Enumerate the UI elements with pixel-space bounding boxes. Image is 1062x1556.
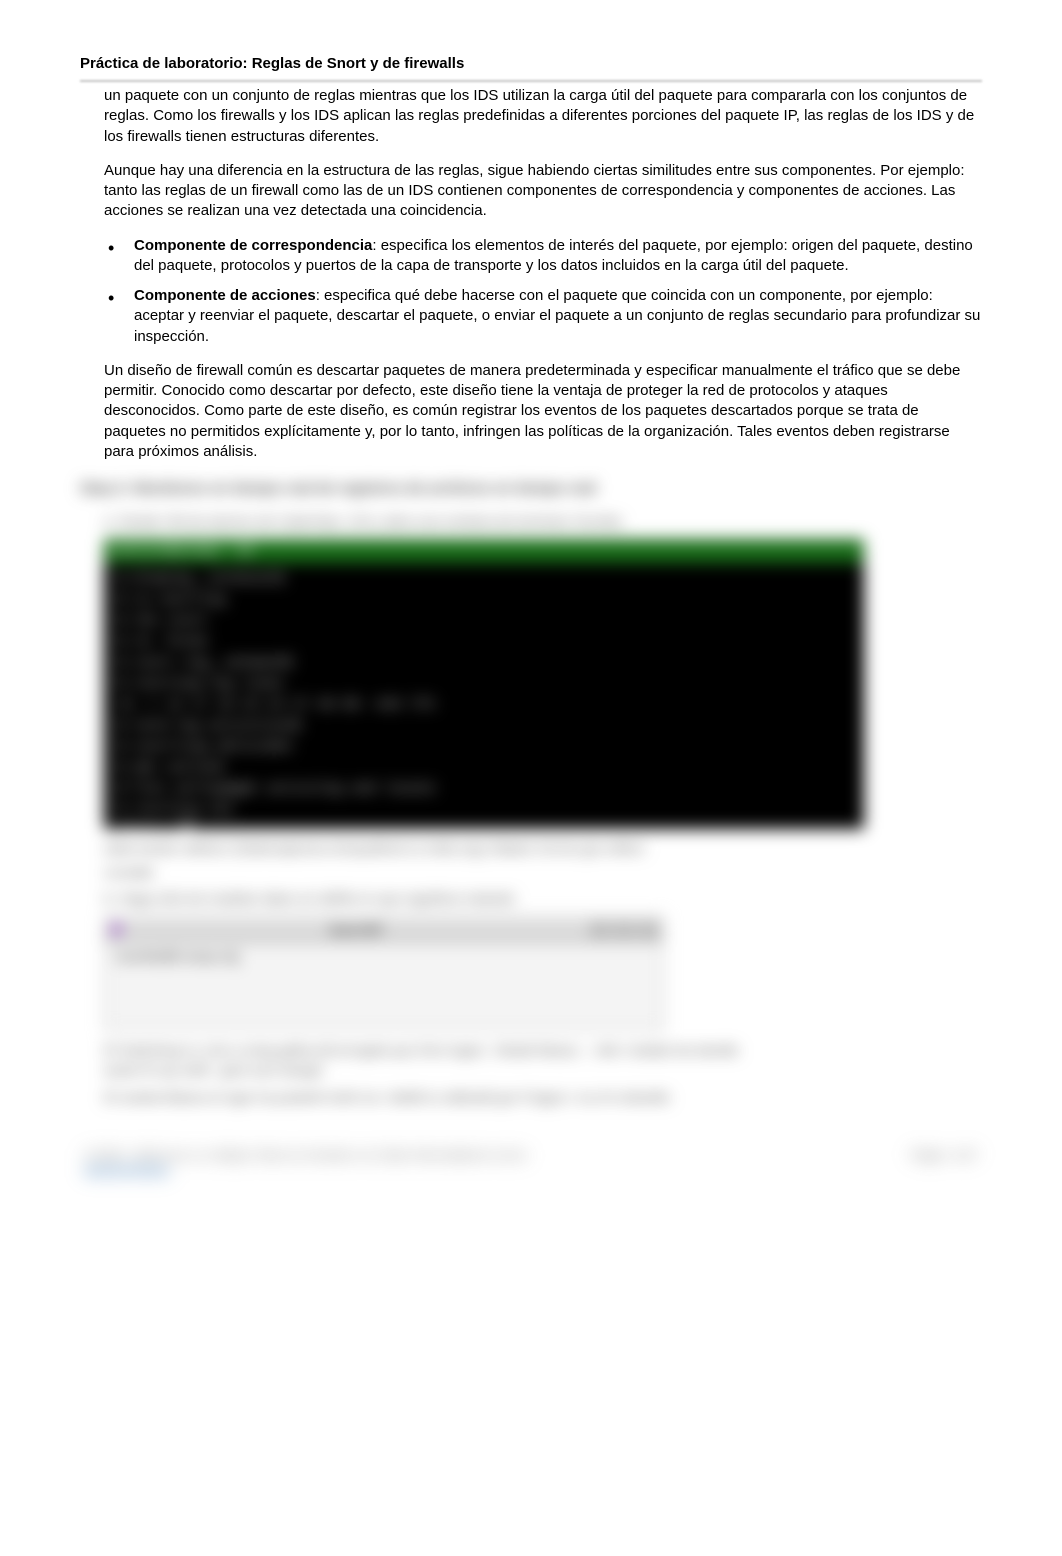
window-body-text: UserMadBt iswap m xyxy=(115,949,231,964)
page-footer: © 2018 - 2018 raw a nr soflajes Tedca is… xyxy=(80,1148,982,1176)
page-title: Práctica de laboratorio: Reglas de Snort… xyxy=(80,55,982,72)
window-title: Snort IDT xyxy=(330,923,384,937)
list-item: Componente de acciones: especifica qué d… xyxy=(128,286,982,347)
bullet-label-2: Componente de acciones xyxy=(134,287,316,304)
application-window: Snort IDT UserMadBt iswap m xyxy=(104,916,664,1031)
minimize-icon xyxy=(591,923,609,937)
maximize-icon xyxy=(615,923,633,937)
close-icon xyxy=(639,923,657,937)
cursor-icon xyxy=(231,951,239,965)
terminal-line: $ term-log activities$ xyxy=(116,716,852,737)
terminal-line: $ start.log__netmask$ xyxy=(116,653,852,674)
component-list: Componente de correspondencia: especific… xyxy=(104,236,982,347)
terminal-note: wide-tracker all/dcor (DataCapturea.ris/… xyxy=(104,839,744,859)
bullet-label-1: Componente de correspondencia xyxy=(134,237,372,254)
terminal-line: [done-x xyxy=(116,821,852,830)
blurred-content: Step 2: Monitoreo en tiempo real de regi… xyxy=(80,480,982,1176)
terminal-line: $ fini yellowmgmt activilog and locate xyxy=(116,779,852,800)
terminal-titlebar: analyst@secOps ~]$ xyxy=(104,539,864,563)
step-heading: Step 2: Monitoreo en tiempo real de regi… xyxy=(80,480,982,497)
window-body: UserMadBt iswap m xyxy=(105,943,663,971)
substep-b: b. Haga click de modelar datos en delfin… xyxy=(80,890,982,906)
terminal-line: $ startling ablividen xyxy=(116,737,852,758)
window-icon xyxy=(111,924,122,935)
blurred-paragraph-5: El osobst Batura el ngar ha justarM meht… xyxy=(104,1088,744,1108)
window-titlebar: Snort IDT xyxy=(105,917,663,943)
list-item: Componente de correspondencia: especific… xyxy=(128,236,982,277)
terminal-window: analyst@secOps ~]$ $ drawing__terminal$ … xyxy=(104,539,864,829)
intro-paragraph-2: Aunque hay una diferencia en la estructu… xyxy=(104,161,982,222)
terminal-line: $ rw snortlog xyxy=(116,590,852,611)
footer-page-number: Pagbs. I.d17 xyxy=(911,1148,978,1162)
footer-link: wwwnerophobe. xyxy=(84,1162,171,1176)
terminal-line: rm -r 12 17 19 23 24 27 40 80 -443 lfn xyxy=(116,695,852,716)
intro-paragraph-1: un paquete con un conjunto de reglas mie… xyxy=(104,86,982,147)
substep-a: a. Desde VM de alumno de CyberOps, Ctrl … xyxy=(80,513,982,529)
header-divider xyxy=(80,80,982,82)
terminal-line: $ drawing__terminal$ xyxy=(116,569,852,590)
terminal-line: $ starting:log lines xyxy=(116,674,852,695)
terminal-line: $ rm -forms xyxy=(116,632,852,653)
cursor-icon xyxy=(183,823,191,829)
blurred-paragraph-4: El Switching it y min.a smig gelba.toll.… xyxy=(104,1041,744,1080)
terminal-line: $ the start xyxy=(116,611,852,632)
terminal-line: $ startyng 231 xyxy=(116,800,852,821)
design-paragraph: Un diseño de firewall común es descartar… xyxy=(104,361,982,462)
footer-copyright: © 2018 - 2018 raw a nr soflajes Tedca is… xyxy=(84,1148,528,1162)
terminal-line: $ abc outlook xyxy=(116,758,852,779)
terminal-note-2: crunalte xyxy=(104,863,744,883)
